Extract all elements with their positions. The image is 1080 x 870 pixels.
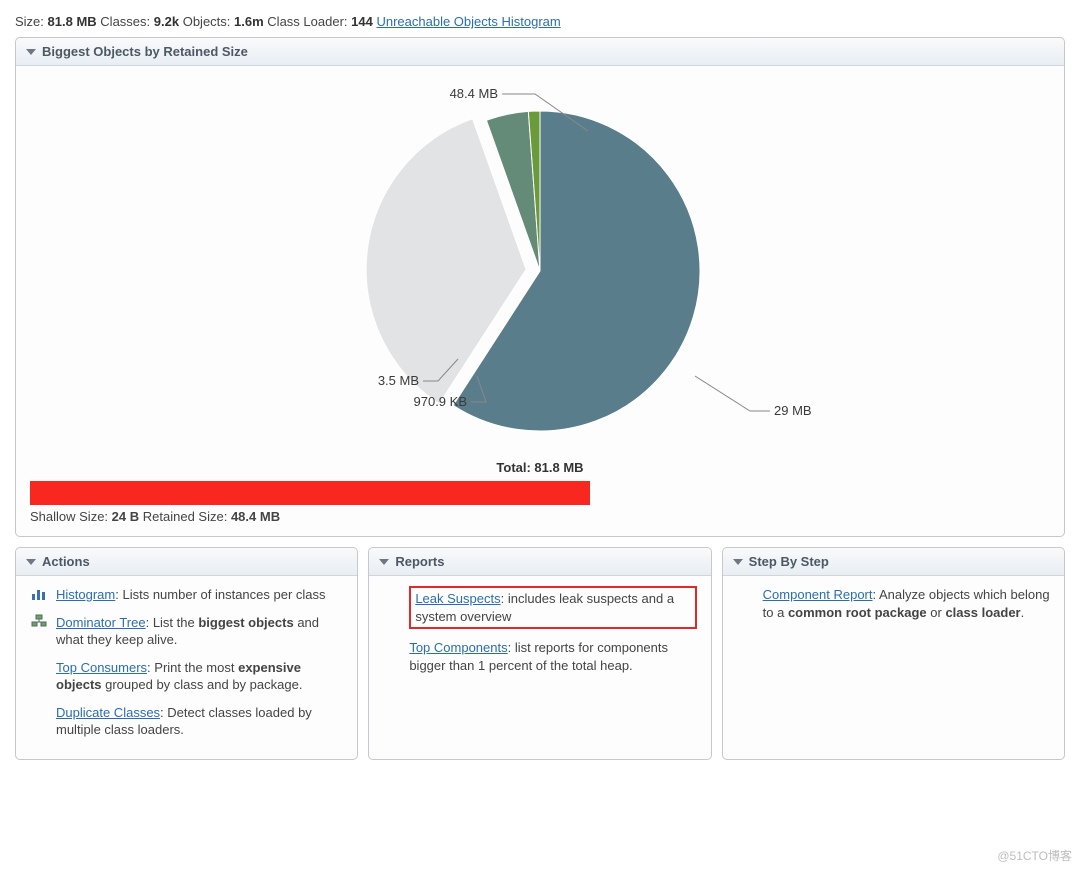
action-text: Duplicate Classes: Detect classes loaded… xyxy=(56,704,343,739)
blank-icon xyxy=(383,586,401,602)
reports-header[interactable]: Reports xyxy=(369,548,710,576)
bottom-columns: Actions Histogram: Lists number of insta… xyxy=(15,547,1065,770)
action-dominator-tree: Dominator Tree: List the biggest objects… xyxy=(30,614,343,649)
action-text: Histogram: Lists number of instances per… xyxy=(56,586,326,604)
dominator-tree-icon xyxy=(30,614,48,630)
pie-total-label: Total: 81.8 MB xyxy=(496,460,583,475)
leader-line xyxy=(695,376,770,411)
pie-chart-svg: 48.4 MB 29 MB 3.5 MB 970.9 KB xyxy=(190,76,890,456)
retained-size-value: 48.4 MB xyxy=(231,509,280,524)
collapse-icon xyxy=(26,49,36,55)
step-by-step-title: Step By Step xyxy=(749,554,829,569)
blank-icon xyxy=(30,704,48,720)
histogram-icon xyxy=(30,586,48,602)
slice-label: 48.4 MB xyxy=(450,86,498,101)
actions-title: Actions xyxy=(42,554,90,569)
classes-value: 9.2k xyxy=(154,14,179,29)
top-components-link[interactable]: Top Components xyxy=(409,640,507,655)
step-by-step-panel: Step By Step Component Report: Analyze o… xyxy=(722,547,1065,760)
biggest-objects-header[interactable]: Biggest Objects by Retained Size xyxy=(16,38,1064,66)
step-by-step-header[interactable]: Step By Step xyxy=(723,548,1064,576)
watermark: @51CTO博客 xyxy=(997,847,1072,864)
size-value: 81.8 MB xyxy=(48,14,97,29)
action-duplicate-classes: Duplicate Classes: Detect classes loaded… xyxy=(30,704,343,739)
blank-icon xyxy=(737,586,755,602)
blank-icon xyxy=(30,659,48,675)
slice-label: 29 MB xyxy=(774,403,812,418)
biggest-objects-title: Biggest Objects by Retained Size xyxy=(42,44,248,59)
leak-suspects-highlight: Leak Suspects: includes leak suspects an… xyxy=(409,586,696,629)
step-component-report: Component Report: Analyze objects which … xyxy=(737,586,1050,621)
histogram-link[interactable]: Histogram xyxy=(56,587,115,602)
selected-object-bar[interactable] xyxy=(30,481,590,505)
objects-value: 1.6m xyxy=(234,14,264,29)
collapse-icon xyxy=(26,559,36,565)
actions-header[interactable]: Actions xyxy=(16,548,357,576)
pie-chart: 48.4 MB 29 MB 3.5 MB 970.9 KB Total: 81.8 M… xyxy=(30,76,1050,475)
reports-panel: Reports Leak Suspects: includes leak sus… xyxy=(368,547,711,760)
classes-label: Classes: xyxy=(100,14,150,29)
biggest-objects-panel: Biggest Objects by Retained Size 48.4 MB… xyxy=(15,37,1065,537)
action-text: Dominator Tree: List the biggest objects… xyxy=(56,614,343,649)
top-consumers-link[interactable]: Top Consumers xyxy=(56,660,147,675)
unreachable-objects-link[interactable]: Unreachable Objects Histogram xyxy=(376,14,560,29)
action-text: Top Consumers: Print the most expensive … xyxy=(56,659,343,694)
dominator-tree-link[interactable]: Dominator Tree xyxy=(56,615,146,630)
objects-label: Objects: xyxy=(183,14,231,29)
size-label: Size: xyxy=(15,14,44,29)
report-top-components: Top Components: list reports for compone… xyxy=(383,639,696,674)
biggest-objects-body: 48.4 MB 29 MB 3.5 MB 970.9 KB Total: 81.8 M… xyxy=(16,66,1064,536)
step-text: Component Report: Analyze objects which … xyxy=(763,586,1050,621)
action-top-consumers: Top Consumers: Print the most expensive … xyxy=(30,659,343,694)
slice-label: 970.9 KB xyxy=(414,394,468,409)
actions-body: Histogram: Lists number of instances per… xyxy=(16,576,357,759)
classloader-value: 144 xyxy=(351,14,373,29)
action-histogram: Histogram: Lists number of instances per… xyxy=(30,586,343,604)
report-leak-suspects: Leak Suspects: includes leak suspects an… xyxy=(383,586,696,637)
actions-panel: Actions Histogram: Lists number of insta… xyxy=(15,547,358,760)
component-report-link[interactable]: Component Report xyxy=(763,587,873,602)
classloader-label: Class Loader: xyxy=(267,14,347,29)
shallow-size-value: 24 B xyxy=(112,509,139,524)
collapse-icon xyxy=(733,559,743,565)
leak-suspects-link[interactable]: Leak Suspects xyxy=(415,591,500,606)
summary-bar: Size: 81.8 MB Classes: 9.2k Objects: 1.6… xyxy=(15,10,1065,37)
collapse-icon xyxy=(379,559,389,565)
retained-size-label: Retained Size: xyxy=(143,509,228,524)
step-by-step-body: Component Report: Analyze objects which … xyxy=(723,576,1064,641)
duplicate-classes-link[interactable]: Duplicate Classes xyxy=(56,705,160,720)
size-line: Shallow Size: 24 B Retained Size: 48.4 M… xyxy=(30,509,1050,524)
slice-label: 3.5 MB xyxy=(378,373,419,388)
blank-icon xyxy=(383,639,401,655)
reports-body: Leak Suspects: includes leak suspects an… xyxy=(369,576,710,694)
shallow-size-label: Shallow Size: xyxy=(30,509,108,524)
reports-title: Reports xyxy=(395,554,444,569)
report-text: Top Components: list reports for compone… xyxy=(409,639,696,674)
